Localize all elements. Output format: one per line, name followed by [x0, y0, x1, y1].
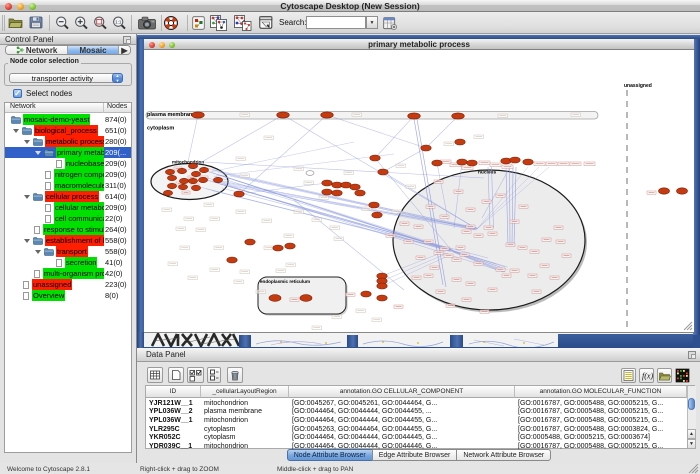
svg-text:endoplasmic reticulum: endoplasmic reticulum [260, 279, 310, 284]
svg-text:cytoplasm: cytoplasm [147, 126, 174, 132]
svg-text:f(x): f(x) [642, 372, 653, 381]
svg-text:nucleus: nucleus [478, 170, 496, 176]
svg-text:unassigned: unassigned [624, 83, 652, 89]
svg-text:1:1: 1:1 [115, 19, 122, 24]
svg-text:plasma membrane: plasma membrane [147, 112, 195, 118]
